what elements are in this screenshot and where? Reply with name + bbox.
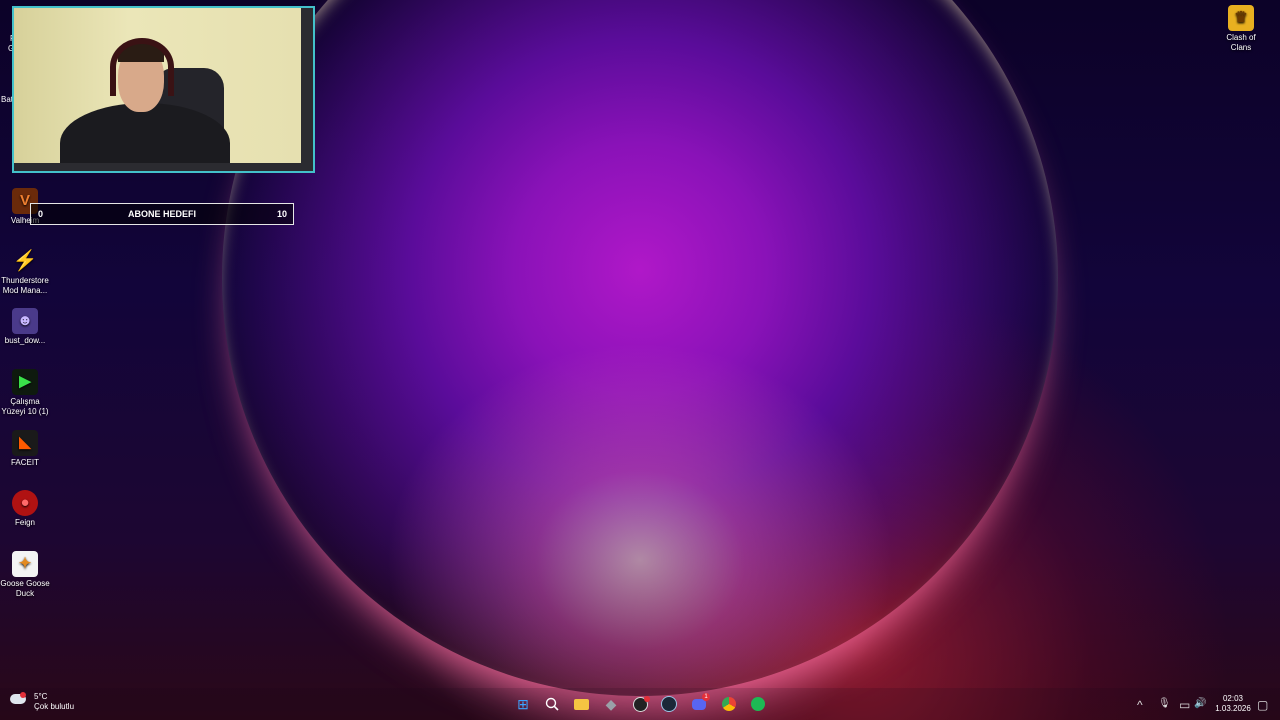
steam-icon xyxy=(661,696,677,712)
desktop-icon-label: Çalışma Yüzeyi 10 (1) xyxy=(1,397,49,416)
feign-icon: ● xyxy=(12,490,38,516)
app-cube-button[interactable]: ◆ xyxy=(603,696,619,712)
weather-temp: 5°C xyxy=(34,692,48,701)
goal-target: 10 xyxy=(276,209,287,219)
goose-goose-duck-icon: ✦ xyxy=(12,551,38,577)
search-button[interactable] xyxy=(544,696,560,712)
chrome-button[interactable] xyxy=(721,696,737,712)
wallpaper-glow xyxy=(222,0,1058,696)
desktop-icon-label: Goose Goose Duck xyxy=(0,579,50,598)
subscriber-goal-bar: 0 ABONE HEDEFI 10 xyxy=(30,203,294,225)
desktop-icon-thunderstore[interactable]: ⚡ Thunderstore Mod Mana... xyxy=(0,248,50,296)
search-icon xyxy=(545,697,559,711)
desktop-icon-faceit[interactable]: ◣ FACEIT xyxy=(0,430,50,468)
notification-icon[interactable]: ▢ xyxy=(1257,698,1268,712)
volume-icon[interactable]: 🔊 xyxy=(1194,698,1206,709)
weather-alert-badge xyxy=(20,692,26,698)
start-button[interactable]: ⊞ xyxy=(515,696,531,712)
thunderstore-icon: ⚡ xyxy=(12,250,38,272)
desktop-icon-feign[interactable]: ● Feign xyxy=(0,490,50,528)
weather-widget[interactable]: 5°C Çok bulutlu xyxy=(10,692,74,712)
microphone-icon[interactable]: 🎙 xyxy=(1158,698,1171,709)
desktop-icon-goose-goose-duck[interactable]: ✦ Goose Goose Duck xyxy=(0,551,50,599)
desktop-icon-clash-of-clans[interactable]: ♛ Clash of Clans xyxy=(1216,5,1266,53)
clash-of-clans-icon: ♛ xyxy=(1228,5,1254,31)
system-clock[interactable]: 02:03 1.03.2026 xyxy=(1208,694,1258,714)
weather-desc: Çok bulutlu xyxy=(34,702,75,711)
chrome-icon xyxy=(722,697,736,711)
desktop-icon-label: FACEIT xyxy=(10,458,39,467)
webcam-feed xyxy=(14,8,301,163)
discord-badge: 1 xyxy=(702,693,710,701)
steam-button[interactable] xyxy=(661,696,677,712)
clock-date: 1.03.2026 xyxy=(1215,704,1251,713)
spotify-icon xyxy=(751,697,765,711)
bust-down-icon: ☻ xyxy=(12,308,38,334)
desktop-icon-label: Thunderstore Mod Mana... xyxy=(1,276,49,295)
obs-recording-badge xyxy=(644,696,650,702)
desktop-icon-workspace[interactable]: ▶ Çalışma Yüzeyi 10 (1) xyxy=(0,369,50,417)
workspace-icon: ▶ xyxy=(12,369,38,395)
tray-overflow-chevron[interactable]: ^ xyxy=(1137,698,1143,712)
file-explorer-button[interactable] xyxy=(573,696,589,712)
goal-title: ABONE HEDEFI xyxy=(127,209,196,219)
headset xyxy=(110,38,174,96)
clock-time: 02:03 xyxy=(1222,694,1244,703)
faceit-icon: ◣ xyxy=(12,430,38,456)
folder-icon xyxy=(573,698,589,710)
desktop-icon-label: Feign xyxy=(14,518,35,527)
desktop-icon-label: bust_dow... xyxy=(4,336,46,345)
desktop-icon-label: Clash of Clans xyxy=(1226,33,1256,52)
spotify-button[interactable] xyxy=(750,696,766,712)
desktop-icon-bust-down[interactable]: ☻ bust_dow... xyxy=(0,308,50,346)
network-icon[interactable]: ▭ xyxy=(1179,698,1190,712)
